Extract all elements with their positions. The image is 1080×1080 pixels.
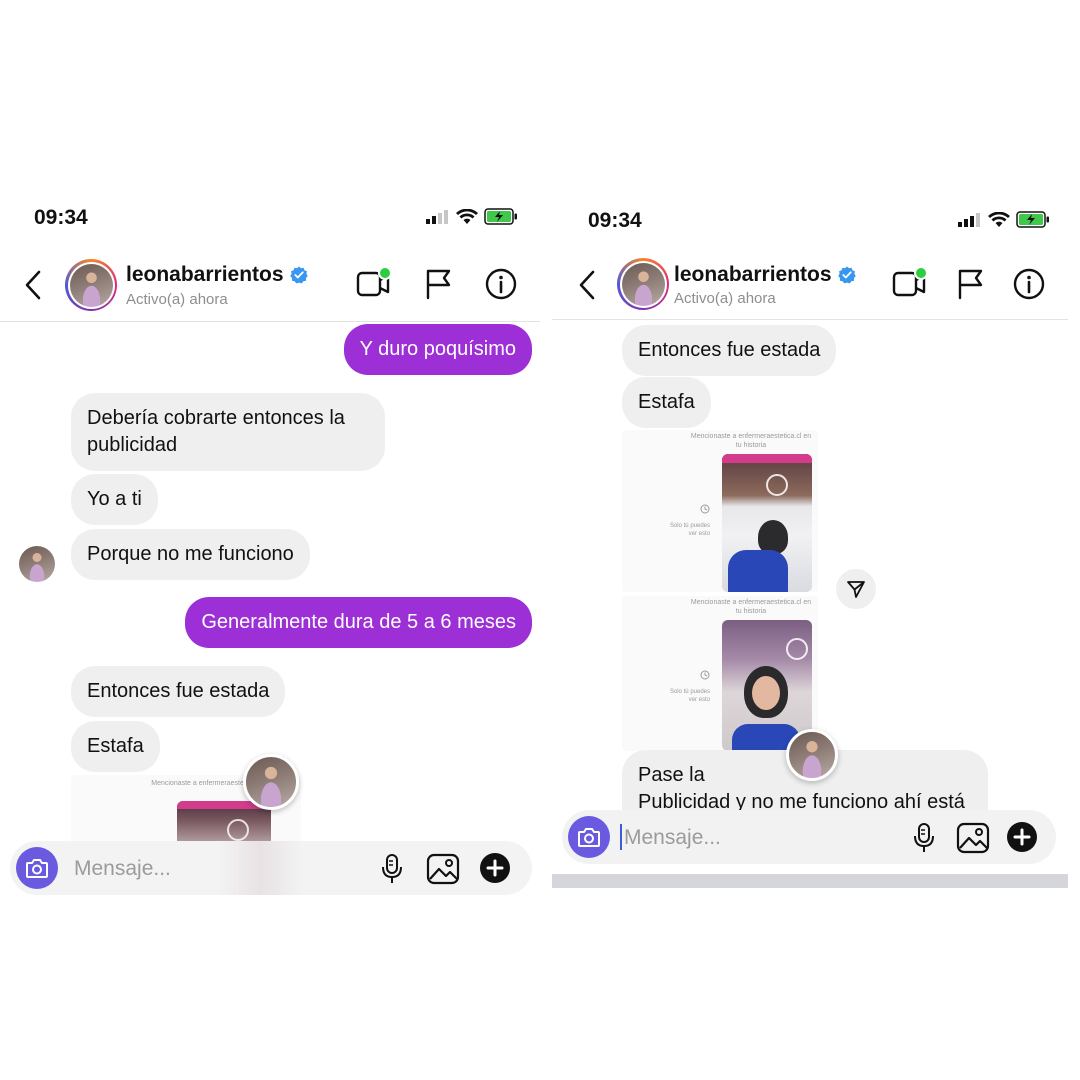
seen-avatar [243, 754, 299, 810]
header-activity-status: Activo(a) ahora [126, 291, 228, 308]
story-thumbnail [177, 801, 271, 845]
message-incoming[interactable]: Debería cobrarte entonces la publicidad [71, 393, 385, 471]
plus-icon[interactable] [479, 852, 511, 884]
message-outgoing[interactable]: Y duro poquísimo [343, 324, 532, 375]
verified-badge-icon [289, 266, 308, 284]
video-call-icon[interactable] [892, 266, 930, 300]
story-private-line: ver esto [688, 697, 710, 703]
story-private-note: Solo tú puedes ver esto [632, 522, 710, 538]
message-composer [562, 810, 1056, 864]
wifi-icon [456, 208, 478, 224]
battery-icon [1016, 211, 1049, 228]
battery-icon [484, 208, 517, 225]
left-chat-screenshot: 09:34 leonabarrientos Activo(a) ahora Y … [0, 0, 540, 1080]
message-line: Debería cobrarte entonces la [87, 407, 345, 429]
microphone-icon[interactable] [912, 822, 936, 854]
camera-button[interactable] [568, 816, 610, 858]
story-mention-card[interactable]: Mencionaste a enfermeraestetica.cl en tu… [622, 430, 818, 592]
online-dot [914, 266, 928, 280]
status-icons [958, 211, 1050, 228]
message-incoming[interactable]: Entonces fue estada [71, 666, 286, 717]
profile-avatar[interactable] [617, 258, 669, 310]
right-chat-screenshot: 09:34 leonabarrientos Activo(a) ahora En… [552, 0, 1068, 1080]
history-icon [700, 670, 710, 680]
online-dot [378, 266, 392, 280]
story-caption-line: tu historia [735, 608, 767, 615]
keyboard-edge [552, 874, 1068, 888]
wifi-icon [988, 211, 1010, 227]
camera-icon [578, 828, 600, 847]
message-incoming[interactable]: Porque no me funciono [71, 529, 310, 580]
history-icon [700, 504, 710, 514]
story-caption-line: tu historia [735, 442, 767, 449]
story-caption-line: Mencionaste a enfermeraestetica.cl en [690, 433, 812, 440]
header-username[interactable]: leonabarrientos [674, 263, 856, 287]
status-time: 09:34 [588, 209, 642, 232]
message-incoming[interactable]: Estafa [71, 721, 160, 772]
message-incoming[interactable]: Yo a ti [71, 474, 158, 525]
verified-badge-icon [837, 266, 856, 284]
gallery-icon[interactable] [956, 822, 990, 854]
sender-avatar [19, 546, 55, 582]
video-call-icon[interactable] [356, 266, 394, 300]
avatar-image [621, 262, 665, 306]
message-line: Publicidad y no me funciono ahí está [638, 791, 965, 812]
back-arrow-icon[interactable] [24, 270, 42, 300]
message-incoming[interactable]: Estafa [622, 377, 711, 428]
camera-button[interactable] [16, 847, 58, 889]
username-text: leonabarrientos [674, 263, 832, 286]
info-icon[interactable] [485, 268, 517, 300]
seen-avatar [786, 729, 838, 781]
camera-icon [26, 859, 48, 878]
gallery-icon[interactable] [426, 853, 460, 885]
send-icon [847, 581, 865, 598]
username-text: leonabarrientos [126, 263, 284, 286]
header-divider [552, 319, 1068, 320]
message-incoming[interactable]: Entonces fue estada [622, 325, 837, 376]
signal-icon [426, 210, 448, 224]
info-icon[interactable] [1013, 268, 1045, 300]
message-line: publicidad [87, 434, 178, 456]
message-input[interactable] [622, 823, 886, 853]
plus-icon[interactable] [1006, 821, 1038, 853]
back-arrow-icon[interactable] [578, 270, 596, 300]
story-mention-card[interactable]: Mencionaste a enfermeraestetica.cl en tu… [622, 596, 818, 751]
story-private-line: Solo tú puedes [669, 689, 710, 695]
story-caption: Mencionaste a enfermeraestetica.cl en tu… [686, 432, 816, 450]
story-caption: Mencionaste a enfermeraestetica.cl en tu… [686, 598, 816, 616]
message-input[interactable] [72, 854, 356, 884]
flag-icon[interactable] [424, 268, 454, 300]
header-activity-status: Activo(a) ahora [674, 290, 776, 307]
message-outgoing[interactable]: Generalmente dura de 5 a 6 meses [185, 597, 532, 648]
profile-avatar[interactable] [65, 259, 117, 311]
story-caption-line: Mencionaste a enfermeraestetica.cl en [690, 599, 812, 606]
header-username[interactable]: leonabarrientos [126, 263, 308, 287]
story-private-note: Solo tú puedes ver esto [632, 688, 710, 704]
flag-icon[interactable] [956, 268, 986, 300]
story-private-line: ver esto [688, 531, 710, 537]
signal-icon [958, 213, 980, 227]
status-time: 09:34 [34, 206, 88, 229]
story-thumbnail [722, 454, 812, 592]
microphone-icon[interactable] [380, 853, 404, 885]
share-button[interactable] [836, 569, 876, 609]
avatar-image [69, 263, 113, 307]
header-divider [0, 321, 540, 322]
status-icons [426, 208, 518, 225]
message-composer [10, 841, 532, 895]
story-private-line: Solo tú puedes [669, 523, 710, 529]
